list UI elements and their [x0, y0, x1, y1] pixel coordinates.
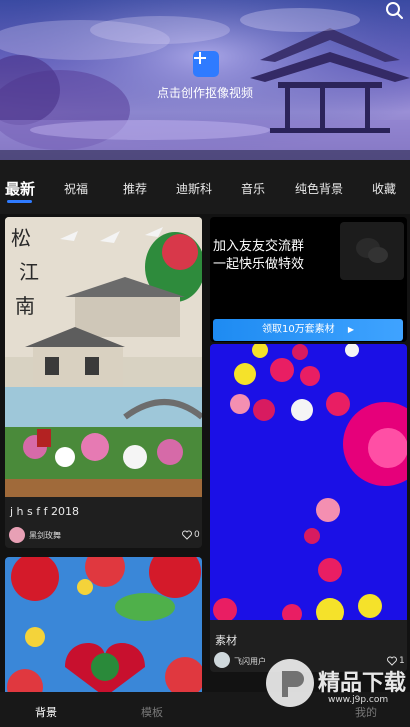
plus-icon — [194, 52, 206, 64]
avatar[interactable] — [9, 527, 25, 543]
watermark-url: www.j9p.com — [328, 695, 389, 705]
template-card[interactable] — [5, 557, 202, 692]
pavilion-artwork — [0, 0, 410, 160]
tab-favorites[interactable]: 收藏 — [372, 180, 396, 197]
category-tabs: 最新 祝福 推荐 迪斯科 音乐 纯色背景 收藏 — [0, 160, 410, 214]
nav-templates[interactable]: 模板 — [141, 704, 163, 720]
author-name: 黑剑玫舞 — [29, 531, 61, 540]
svg-text:松: 松 — [11, 226, 31, 250]
card-thumbnail — [210, 344, 407, 626]
play-arrow-icon: ▶ — [347, 325, 355, 334]
tab-solid-background[interactable]: 纯色背景 — [295, 180, 343, 197]
template-feed[interactable]: 松 江 南 j h s f f 2018 黑剑玫舞 0 加入友友交流群 一起快乐… — [0, 214, 410, 692]
active-tab-indicator — [7, 200, 32, 203]
site-watermark: 精品下载 www.j9p.com — [256, 643, 406, 725]
nav-background[interactable]: 背景 — [35, 704, 57, 720]
tab-disco[interactable]: 迪斯科 — [176, 180, 212, 197]
wechat-icon — [340, 222, 404, 280]
svg-text:南: 南 — [15, 294, 35, 318]
card-thumbnail: 松 江 南 — [5, 217, 202, 497]
claim-materials-button[interactable]: 领取10万套素材 ▶ — [213, 319, 403, 341]
search-icon[interactable] — [384, 0, 406, 22]
tab-latest[interactable]: 最新 — [5, 178, 35, 199]
watermark-text: 精品下载 — [318, 671, 407, 696]
tab-music[interactable]: 音乐 — [241, 180, 265, 197]
template-card[interactable]: 松 江 南 j h s f f 2018 黑剑玫舞 0 — [5, 217, 202, 548]
template-card[interactable]: 素材 飞闪用户 1 — [210, 344, 407, 672]
tab-blessing[interactable]: 祝福 — [64, 180, 88, 197]
heart-icon[interactable] — [182, 530, 192, 540]
promo-card[interactable]: 加入友友交流群 一起快乐做特效 领取10万套素材 ▶ — [210, 217, 407, 342]
card-title: j h s f f 2018 — [10, 505, 79, 518]
avatar[interactable] — [214, 652, 230, 668]
card-thumbnail — [5, 557, 202, 692]
header-banner[interactable]: 点击创作抠像视频 — [0, 0, 410, 160]
create-keying-video-label[interactable]: 点击创作抠像视频 — [0, 84, 410, 101]
promo-line-1: 加入友友交流群 — [213, 239, 305, 254]
svg-text:江: 江 — [19, 260, 39, 284]
tab-recommended[interactable]: 推荐 — [123, 180, 147, 197]
card-title: 素材 — [215, 634, 237, 647]
like-count: 0 — [194, 530, 200, 540]
promo-line-2: 一起快乐做特效 — [213, 257, 305, 272]
create-keying-video-button[interactable] — [193, 51, 219, 77]
